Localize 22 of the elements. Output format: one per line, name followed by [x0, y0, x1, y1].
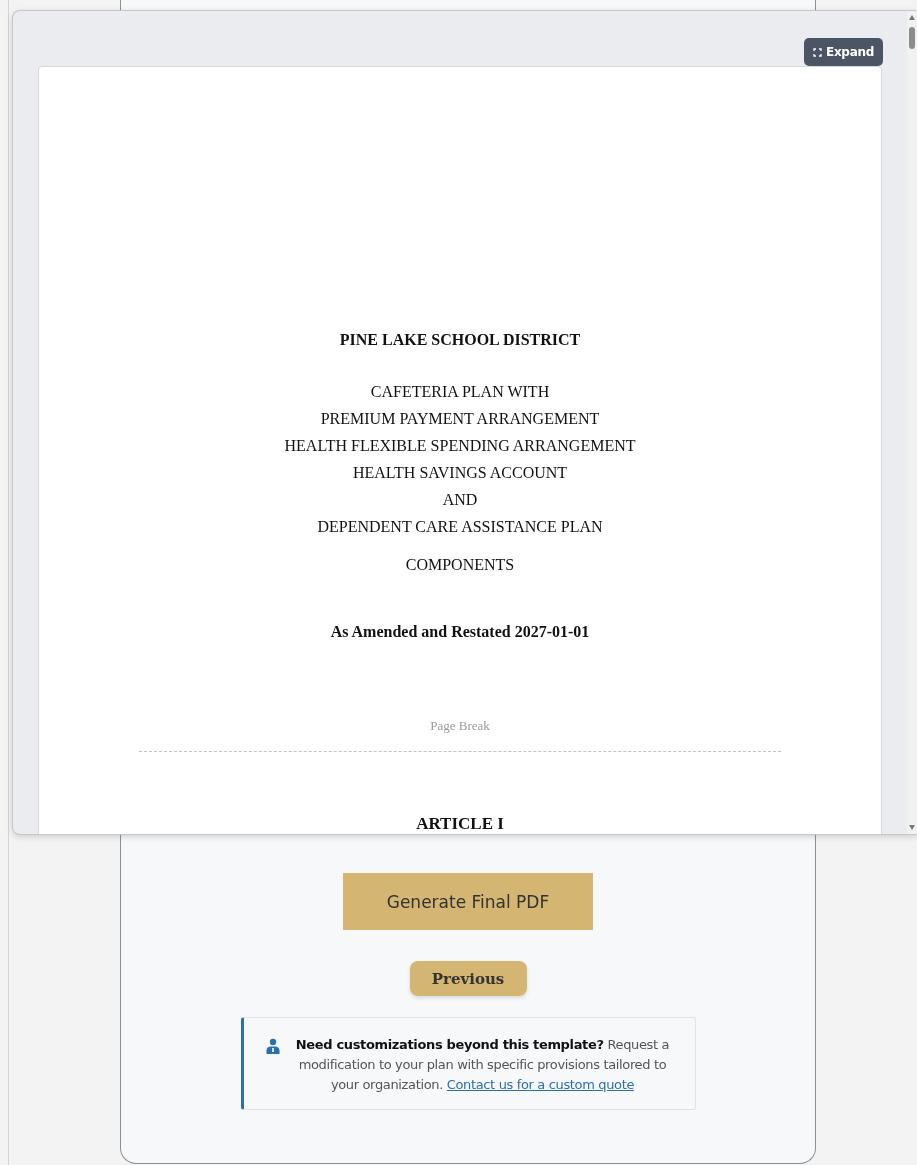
- scroll-down-icon[interactable]: [909, 825, 915, 830]
- plan-title-line: COMPONENTS: [404, 555, 516, 575]
- custom-quote-link[interactable]: Contact us for a custom quote: [446, 1077, 635, 1092]
- person-icon: [264, 1038, 281, 1054]
- expand-button[interactable]: Expand: [804, 38, 883, 66]
- plan-title-line: CAFETERIA PLAN WITH: [369, 382, 551, 402]
- plan-title-line: HEALTH SAVINGS ACCOUNT: [351, 463, 569, 483]
- document-title: PINE LAKE SCHOOL DISTRICT: [338, 330, 582, 350]
- plan-title-line: HEALTH FLEXIBLE SPENDING ARRANGEMENT: [283, 436, 637, 456]
- article-heading: ARTICLE I: [415, 814, 505, 834]
- plan-title-line: PREMIUM PAYMENT ARRANGEMENT: [319, 409, 601, 429]
- restated-date: As Amended and Restated 2027-01-01: [329, 622, 591, 642]
- scroll-up-icon[interactable]: [909, 15, 915, 20]
- plan-title-line: DEPENDENT CARE ASSISTANCE PLAN: [316, 517, 604, 537]
- plan-title-line: AND: [441, 490, 479, 510]
- customization-note-text: Need customizations beyond this template? Request a modification to your plan with specific provisions tailored to your organization. Contact us for a custom quote: [294, 1036, 671, 1094]
- generate-pdf-button[interactable]: Generate Final PDF: [343, 873, 593, 930]
- page-break-label: Page Break: [429, 717, 491, 735]
- scrollbar[interactable]: [907, 11, 917, 834]
- expand-icon: [813, 47, 823, 57]
- previous-button[interactable]: Previous: [409, 961, 527, 996]
- scrollbar-thumb[interactable]: [909, 27, 915, 49]
